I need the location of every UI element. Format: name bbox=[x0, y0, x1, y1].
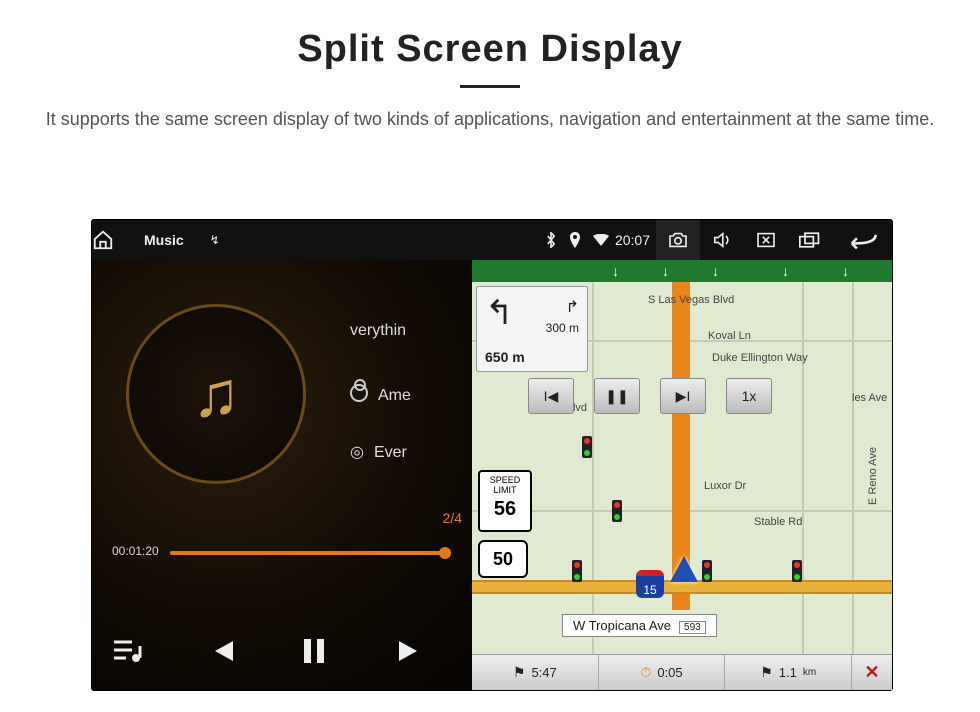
home-icon bbox=[92, 229, 114, 251]
turn-sub-distance: 300 m bbox=[546, 321, 579, 335]
back-icon bbox=[845, 231, 879, 249]
turn-sub-icon: ↱ bbox=[566, 297, 579, 317]
lane-arrow-icon: ↓ bbox=[712, 263, 719, 279]
lane-arrow-icon: ↓ bbox=[662, 263, 669, 279]
usb-icon: ↯ bbox=[210, 233, 220, 247]
pause-icon bbox=[302, 637, 326, 665]
map-bottom-bar: ⚑ 5:47 ⏱ 0:05 ⚑ 1.1 km ✕ bbox=[472, 654, 892, 690]
interstate-shield: 15 bbox=[636, 570, 664, 598]
traffic-light-icon bbox=[792, 560, 802, 582]
speed-limit-label: SPEED LIMIT bbox=[490, 475, 521, 495]
cancel-route-button[interactable]: ✕ bbox=[852, 655, 892, 690]
lane-arrow-icon: ↓ bbox=[612, 263, 619, 279]
map-media-overlay: I◀ ❚❚ ▶I 1x bbox=[528, 378, 772, 414]
highway-shield: 50 bbox=[478, 540, 528, 578]
wifi-icon bbox=[593, 234, 609, 246]
prev-track-button[interactable] bbox=[207, 639, 263, 663]
progress-bar[interactable] bbox=[170, 551, 446, 555]
flag-icon: ⚑ bbox=[513, 664, 526, 681]
album-art[interactable]: ♫ bbox=[126, 304, 306, 484]
distance-value: 1.1 bbox=[779, 665, 797, 680]
prev-icon: I◀ bbox=[544, 388, 559, 405]
nav-cursor-icon bbox=[670, 556, 698, 582]
time-elapsed: 00:01:20 bbox=[112, 544, 159, 558]
camera-icon bbox=[668, 232, 688, 248]
traffic-light-icon bbox=[612, 500, 622, 522]
speed-limit-value: 56 bbox=[480, 498, 530, 520]
flag-icon: ⚑ bbox=[760, 664, 773, 681]
eta-value: 5:47 bbox=[531, 665, 556, 680]
clock: 20:07 bbox=[615, 232, 650, 248]
music-panel: ♫ verythin Ame Ever 2/4 00:01:20 bbox=[92, 260, 472, 690]
road-line bbox=[802, 260, 804, 690]
turn-card[interactable]: ↰ ↱ 300 m 650 m bbox=[476, 286, 588, 372]
eta-button[interactable]: ⚑ 5:47 bbox=[472, 655, 599, 690]
distance-unit: km bbox=[803, 667, 816, 678]
music-note-icon: ♫ bbox=[192, 357, 240, 431]
back-button[interactable] bbox=[832, 220, 892, 260]
next-icon: ▶I bbox=[676, 388, 691, 405]
track-artist: Ame bbox=[350, 382, 411, 405]
lane-arrow-icon: ↓ bbox=[842, 263, 849, 279]
pause-icon: ❚❚ bbox=[605, 388, 628, 405]
turn-main-distance: 650 m bbox=[485, 349, 525, 365]
speaker-icon bbox=[712, 232, 732, 248]
play-pause-button[interactable] bbox=[302, 637, 358, 665]
duration-button[interactable]: ⏱ 0:05 bbox=[599, 655, 726, 690]
traffic-light-icon bbox=[572, 560, 582, 582]
distance-button[interactable]: ⚑ 1.1 km bbox=[725, 655, 852, 690]
recent-apps-button[interactable] bbox=[788, 220, 832, 260]
bluetooth-icon bbox=[545, 232, 557, 248]
next-icon bbox=[397, 639, 425, 663]
progress-knob[interactable] bbox=[439, 547, 451, 559]
track-title: verythin bbox=[350, 322, 406, 340]
next-track-button[interactable] bbox=[397, 639, 453, 663]
street-label: Stable Rd bbox=[754, 516, 802, 528]
turn-main-icon: ↰ bbox=[485, 293, 514, 333]
street-label: les Ave bbox=[852, 392, 887, 404]
track-index: 2/4 bbox=[443, 510, 462, 526]
speed-limit-sign: SPEED LIMIT 56 bbox=[478, 470, 532, 532]
map-panel[interactable]: ↓ ↓ ↓ ↓ ↓ ↰ ↱ 300 m 650 m S Las Vegas Bl… bbox=[472, 260, 892, 690]
playlist-icon bbox=[112, 638, 142, 664]
lane-guidance: ↓ ↓ ↓ ↓ ↓ bbox=[472, 260, 892, 282]
track-album: Ever bbox=[350, 442, 407, 462]
traffic-light-icon bbox=[702, 560, 712, 582]
playlist-button[interactable] bbox=[112, 638, 168, 664]
screenshot-button[interactable] bbox=[656, 220, 700, 260]
lane-arrow-icon: ↓ bbox=[782, 263, 789, 279]
bluetooth-icon bbox=[545, 232, 557, 248]
status-bar: Music ↯ 20:07 bbox=[92, 220, 892, 260]
street-label: Duke Ellington Way bbox=[712, 352, 808, 364]
clock-icon: ⏱ bbox=[640, 664, 651, 681]
overlay-prev-button[interactable]: I◀ bbox=[528, 378, 574, 414]
progress-area: 00:01:20 bbox=[112, 544, 452, 564]
app-label: Music bbox=[144, 232, 184, 248]
overlay-next-button[interactable]: ▶I bbox=[660, 378, 706, 414]
volume-button[interactable] bbox=[700, 220, 744, 260]
prev-icon bbox=[207, 639, 235, 663]
close-app-button[interactable] bbox=[744, 220, 788, 260]
duration-value: 0:05 bbox=[657, 665, 682, 680]
freeway bbox=[472, 580, 892, 594]
overlay-speed-button[interactable]: 1x bbox=[726, 378, 772, 414]
traffic-light-icon bbox=[582, 436, 592, 458]
page-title: Split Screen Display bbox=[0, 28, 980, 71]
windows-icon bbox=[799, 232, 821, 248]
location-icon bbox=[569, 232, 581, 248]
street-label: E Reno Ave bbox=[867, 447, 879, 505]
street-label: S Las Vegas Blvd bbox=[648, 294, 734, 306]
road-line bbox=[852, 260, 854, 690]
music-controls bbox=[92, 612, 472, 690]
home-button[interactable] bbox=[92, 229, 138, 251]
street-label: Luxor Dr bbox=[704, 480, 746, 492]
current-street-banner: W Tropicana Ave bbox=[562, 614, 717, 637]
street-label: Koval Ln bbox=[708, 330, 751, 342]
title-underline bbox=[460, 85, 520, 88]
close-window-icon bbox=[756, 232, 776, 248]
page-subtitle: It supports the same screen display of t… bbox=[0, 106, 980, 133]
device-frame: Music ↯ 20:07 ♫ veryt bbox=[92, 220, 892, 690]
overlay-pause-button[interactable]: ❚❚ bbox=[594, 378, 640, 414]
close-icon: ✕ bbox=[864, 662, 879, 683]
